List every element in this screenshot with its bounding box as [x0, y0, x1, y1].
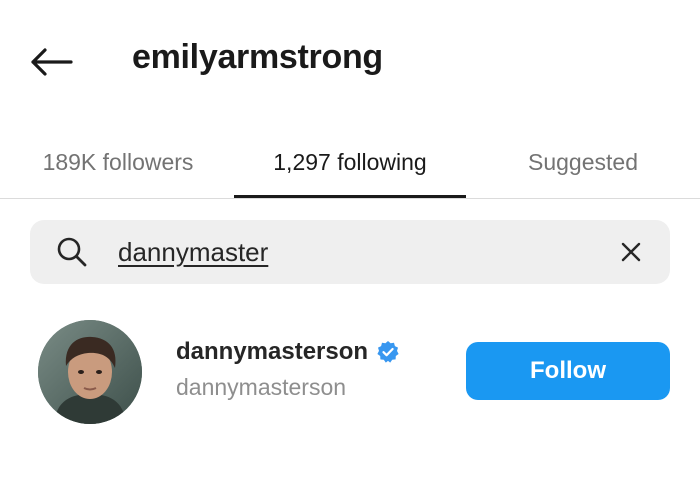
top-bar: emilyarmstrong — [0, 0, 700, 118]
verified-badge-icon — [377, 341, 399, 363]
profile-username-title: emilyarmstrong — [132, 38, 383, 76]
avatar-photo — [38, 320, 142, 424]
result-display-name: dannymasterson — [176, 374, 347, 400]
active-tab-indicator — [234, 195, 466, 198]
clear-search-button[interactable] — [615, 236, 647, 268]
avatar[interactable] — [38, 320, 142, 424]
follow-button[interactable]: Follow — [466, 342, 670, 400]
close-icon — [621, 242, 641, 262]
search-bar[interactable]: dannymaster — [30, 220, 670, 284]
arrow-left-icon — [31, 48, 73, 76]
search-input[interactable]: dannymaster — [118, 234, 588, 270]
tab-following[interactable]: 1,297 following — [234, 126, 466, 198]
list-item[interactable]: dannymasterson dannymasterson Follow — [0, 312, 700, 432]
tab-suggested[interactable]: Suggested — [500, 126, 666, 198]
result-username[interactable]: dannymasterson — [176, 338, 368, 366]
back-button[interactable] — [26, 42, 76, 82]
search-icon — [57, 237, 87, 267]
tab-followers[interactable]: 189K followers — [20, 126, 216, 198]
follow-tabs: 189K followers 1,297 following Suggested — [0, 126, 700, 199]
username-row: dannymasterson — [176, 338, 400, 366]
